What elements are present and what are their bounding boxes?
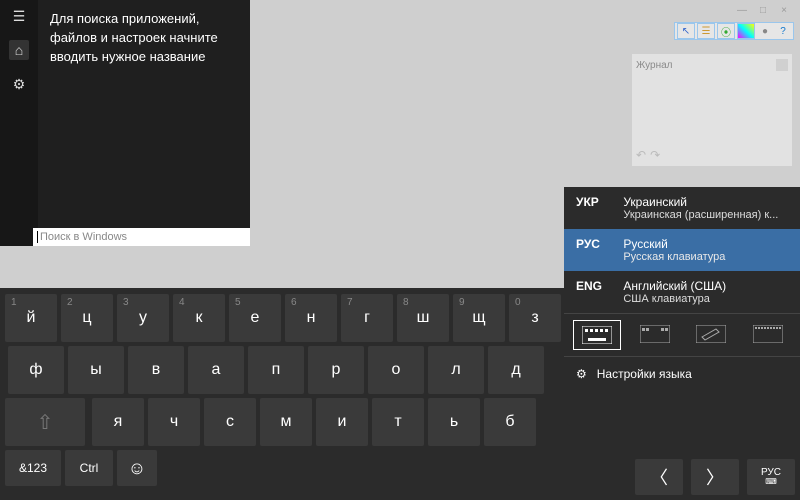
layout-handwriting-icon[interactable]	[688, 320, 734, 348]
journal-title: Журнал	[636, 60, 673, 71]
key-у[interactable]: 3у	[117, 294, 169, 342]
next-key[interactable]: 〉	[691, 459, 739, 495]
layout-standard-icon[interactable]	[573, 320, 621, 350]
key-о[interactable]: о	[368, 346, 424, 394]
text-caret	[37, 231, 38, 243]
key-в[interactable]: в	[128, 346, 184, 394]
key-ь[interactable]: ь	[428, 398, 480, 446]
key-м[interactable]: м	[260, 398, 312, 446]
key-я[interactable]: я	[92, 398, 144, 446]
close-button[interactable]: ×	[774, 3, 794, 17]
start-hint-text: Для поиска приложений, файлов и настроек…	[38, 0, 250, 246]
journal-redo-icon[interactable]: ↷	[650, 148, 660, 162]
language-settings-label: Настройки языка	[597, 367, 692, 381]
key-д[interactable]: д	[488, 346, 544, 394]
ime-option-rus[interactable]: РУС РусскийРусская клавиатура	[564, 229, 800, 271]
symbols-key[interactable]: &123	[5, 450, 61, 486]
input-language-panel: УКР УкраинскийУкраинская (расширенная) к…	[564, 187, 800, 445]
keyboard-nav-cluster: 〈 〉 РУС⌨	[633, 457, 797, 497]
key-б[interactable]: б	[484, 398, 536, 446]
minimize-button[interactable]: —	[732, 3, 752, 17]
key-н[interactable]: 6н	[285, 294, 337, 342]
journal-panel: Журнал ↶ ↷	[632, 54, 792, 166]
language-settings-link[interactable]: ⚙ Настройки языка	[564, 357, 800, 391]
search-placeholder: Поиск в Windows	[40, 231, 127, 243]
key-г[interactable]: 7г	[341, 294, 393, 342]
tool-list-icon[interactable]: ☰	[697, 23, 715, 39]
settings-gear-icon[interactable]: ⚙	[9, 74, 29, 94]
tool-color-icon[interactable]	[737, 23, 755, 39]
key-ц[interactable]: 2ц	[61, 294, 113, 342]
ime-option-eng[interactable]: ENG Английский (США)США клавиатура	[564, 271, 800, 313]
start-rail: ☰ ⌂ ⚙	[0, 0, 38, 246]
layout-split-icon[interactable]	[632, 320, 678, 348]
ctrl-key[interactable]: Ctrl	[65, 450, 113, 486]
key-т[interactable]: т	[372, 398, 424, 446]
key-й[interactable]: 1й	[5, 294, 57, 342]
key-з[interactable]: 0з	[509, 294, 561, 342]
key-с[interactable]: с	[204, 398, 256, 446]
key-ы[interactable]: ы	[68, 346, 124, 394]
ime-option-ukr[interactable]: УКР УкраинскийУкраинская (расширенная) к…	[564, 187, 800, 229]
key-и[interactable]: и	[316, 398, 368, 446]
layout-full-icon[interactable]	[745, 320, 791, 348]
keyboard-layout-icons	[564, 313, 800, 357]
key-ш[interactable]: 8ш	[397, 294, 449, 342]
key-а[interactable]: а	[188, 346, 244, 394]
app-toolbar: ↖ ☰ ⦿ ● ?	[674, 22, 794, 40]
key-к[interactable]: 4к	[173, 294, 225, 342]
journal-collapse-button[interactable]	[776, 59, 788, 71]
prev-key[interactable]: 〈	[635, 459, 683, 495]
key-л[interactable]: л	[428, 346, 484, 394]
key-п[interactable]: п	[248, 346, 304, 394]
tool-dot-icon[interactable]: ●	[757, 24, 773, 38]
maximize-button[interactable]: □	[753, 3, 773, 17]
search-input[interactable]: Поиск в Windows	[33, 228, 250, 246]
language-key[interactable]: РУС⌨	[747, 459, 795, 495]
tool-arrow-icon[interactable]: ↖	[677, 23, 695, 39]
home-icon[interactable]: ⌂	[9, 40, 29, 60]
key-ч[interactable]: ч	[148, 398, 200, 446]
window-controls: — □ ×	[732, 3, 794, 17]
shift-key[interactable]: ⇧	[5, 398, 85, 446]
hamburger-icon[interactable]: ☰	[9, 6, 29, 26]
emoji-key[interactable]: ☺	[117, 450, 157, 486]
journal-undo-icon[interactable]: ↶	[636, 148, 646, 162]
key-щ[interactable]: 9щ	[453, 294, 505, 342]
key-е[interactable]: 5е	[229, 294, 281, 342]
tool-target-icon[interactable]: ⦿	[717, 23, 735, 39]
key-р[interactable]: р	[308, 346, 364, 394]
key-ф[interactable]: ф	[8, 346, 64, 394]
tool-help-icon[interactable]: ?	[775, 24, 791, 38]
start-search-panel: ☰ ⌂ ⚙ Для поиска приложений, файлов и на…	[0, 0, 250, 246]
gear-icon: ⚙	[576, 367, 587, 381]
